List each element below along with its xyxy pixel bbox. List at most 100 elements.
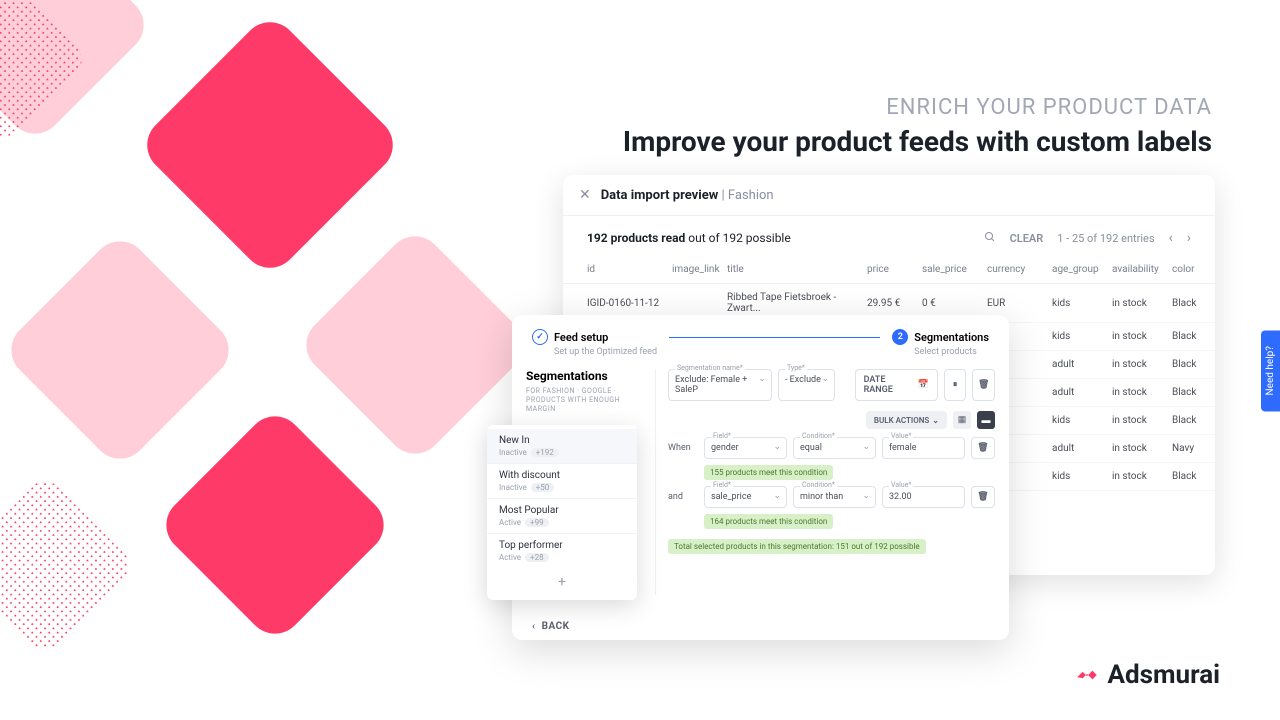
segmentation-list-item[interactable]: Top performerActive+28 [487, 534, 637, 568]
remove-condition-button[interactable]: 🗑 [971, 437, 995, 459]
condition-field-select[interactable]: Field* gender [704, 437, 787, 459]
step-1[interactable]: ✓ Feed setup [532, 329, 657, 345]
cell-color: Black [1172, 471, 1212, 482]
cell-age-group: adult [1052, 359, 1112, 370]
decoration-diamond [136, 11, 405, 280]
col-id[interactable]: id [587, 264, 672, 275]
field-value: Exclude: Female + SaleP [675, 375, 747, 395]
segment-status: Active [499, 518, 521, 527]
segment-count: +50 [531, 483, 555, 492]
cell-availability: in stock [1112, 331, 1172, 342]
cell-title: Ribbed Tape Fietsbroek - Zwart... [727, 292, 867, 314]
cell-color: Black [1172, 387, 1212, 398]
delete-button[interactable]: 🗑 [972, 369, 995, 401]
decoration-dots [0, 473, 137, 657]
col-color[interactable]: color [1172, 264, 1212, 275]
bulk-actions-button[interactable]: BULK ACTIONS ⌄ [866, 411, 947, 429]
step-2[interactable]: 2 Segmentations [892, 329, 989, 345]
add-segmentation-button[interactable]: + [487, 568, 637, 596]
cell-age-group: adult [1052, 387, 1112, 398]
segmentation-list: New InInactive+192With discountInactive+… [487, 425, 637, 600]
segmentation-list-item[interactable]: With discountInactive+50 [487, 464, 637, 499]
field-label: Field* [711, 432, 733, 440]
clear-button[interactable]: CLEAR [1010, 232, 1044, 245]
segment-name: Most Popular [499, 505, 625, 516]
grid-view-icon[interactable]: ▦ [953, 411, 971, 429]
when-label: When [668, 443, 698, 453]
close-icon[interactable]: ✕ [579, 187, 591, 203]
col-currency[interactable]: currency [987, 264, 1052, 275]
segmentation-list-item[interactable]: Most PopularActive+99 [487, 499, 637, 534]
field-label: Condition* [800, 481, 837, 489]
field-label: Value* [889, 481, 913, 489]
segmentations-heading: Segmentations [526, 369, 647, 383]
col-age-group[interactable]: age_group [1052, 264, 1112, 275]
segment-status: Inactive [499, 448, 527, 457]
cell-currency: EUR [987, 298, 1052, 309]
back-button[interactable]: ‹ BACK [532, 621, 570, 632]
step-connector [669, 337, 880, 338]
step-number-icon: 2 [892, 329, 908, 345]
pause-icon: ⏸ [953, 380, 958, 390]
segmentation-list-item[interactable]: New InInactive+192 [487, 429, 637, 464]
field-value: minor than [800, 492, 843, 502]
chevron-right-icon[interactable]: › [1187, 230, 1191, 246]
calendar-icon: 📅 [918, 380, 929, 390]
col-sale-price[interactable]: sale_price [922, 264, 987, 275]
decoration-diamond [0, 230, 240, 470]
table-header-row: id image_link title price sale_price cur… [563, 256, 1215, 284]
products-read-stat: 192 products read out of 192 possible [587, 231, 791, 245]
chevron-left-icon[interactable]: ‹ [1169, 230, 1173, 246]
segment-name: New In [499, 435, 625, 446]
segment-status: Active [499, 553, 521, 562]
segmentations-subheading: FOR FASHION · GOOGLE · PRODUCTS WITH ENO… [526, 387, 647, 414]
trash-icon: 🗑 [977, 492, 988, 502]
col-price[interactable]: price [867, 264, 922, 275]
condition-operator-select[interactable]: Condition* minor than [793, 486, 876, 508]
search-icon[interactable] [984, 231, 996, 246]
bulk-actions-label: BULK ACTIONS [874, 416, 929, 425]
preview-category: Fashion [728, 188, 774, 203]
chevron-left-icon: ‹ [532, 621, 536, 632]
step-1-subtitle: Set up the Optimized feed [554, 347, 657, 357]
condition-value-input[interactable]: Value* 32.00 [882, 486, 965, 508]
field-label: Segmentation name* [675, 364, 745, 372]
cell-age-group: adult [1052, 443, 1112, 454]
cell-color: Black [1172, 298, 1212, 309]
decoration-diamond [0, 0, 155, 145]
brand-logo: Adsmurai [1074, 660, 1220, 690]
cell-color: Navy [1172, 443, 1212, 454]
date-range-button[interactable]: DATE RANGE 📅 [855, 369, 938, 401]
condition-operator-select[interactable]: Condition* equal [793, 437, 876, 459]
list-view-icon[interactable]: ▬ [977, 411, 995, 429]
step-2-label: Segmentations [914, 331, 989, 344]
segmentations-panel: ✓ Feed setup Set up the Optimized feed 2… [512, 315, 1009, 640]
help-tab[interactable]: Need help? [1261, 330, 1280, 411]
col-image[interactable]: image_link [672, 264, 727, 275]
step-1-label: Feed setup [554, 331, 608, 344]
col-title[interactable]: title [727, 264, 867, 275]
cell-color: Black [1172, 415, 1212, 426]
cell-sale-price: 0 € [922, 298, 987, 309]
col-availability[interactable]: availability [1112, 264, 1172, 275]
condition-field-select[interactable]: Field* sale_price [704, 486, 787, 508]
cell-availability: in stock [1112, 415, 1172, 426]
total-selected-count: Total selected products in this segmenta… [668, 539, 926, 554]
cell-availability: in stock [1112, 359, 1172, 370]
field-value: - Exclude [785, 375, 821, 385]
chevron-down-icon: ⌄ [932, 416, 939, 425]
segmentation-name-input[interactable]: Segmentation name* Exclude: Female + Sal… [668, 369, 772, 401]
condition-value-input[interactable]: Value* female [882, 437, 965, 459]
pause-button[interactable]: ⏸ [944, 369, 967, 401]
cell-age-group: kids [1052, 298, 1112, 309]
trash-icon: 🗑 [978, 380, 989, 390]
cell-availability: in stock [1112, 471, 1172, 482]
type-select[interactable]: Type* - Exclude [778, 369, 835, 401]
field-value: equal [800, 443, 822, 453]
field-label: Value* [889, 432, 913, 440]
headline-text: Improve your product feeds with custom l… [623, 125, 1212, 158]
eyebrow-text: ENRICH YOUR PRODUCT DATA [886, 95, 1212, 120]
remove-condition-button[interactable]: 🗑 [971, 486, 995, 508]
back-label: BACK [542, 621, 570, 632]
segment-name: Top performer [499, 540, 625, 551]
